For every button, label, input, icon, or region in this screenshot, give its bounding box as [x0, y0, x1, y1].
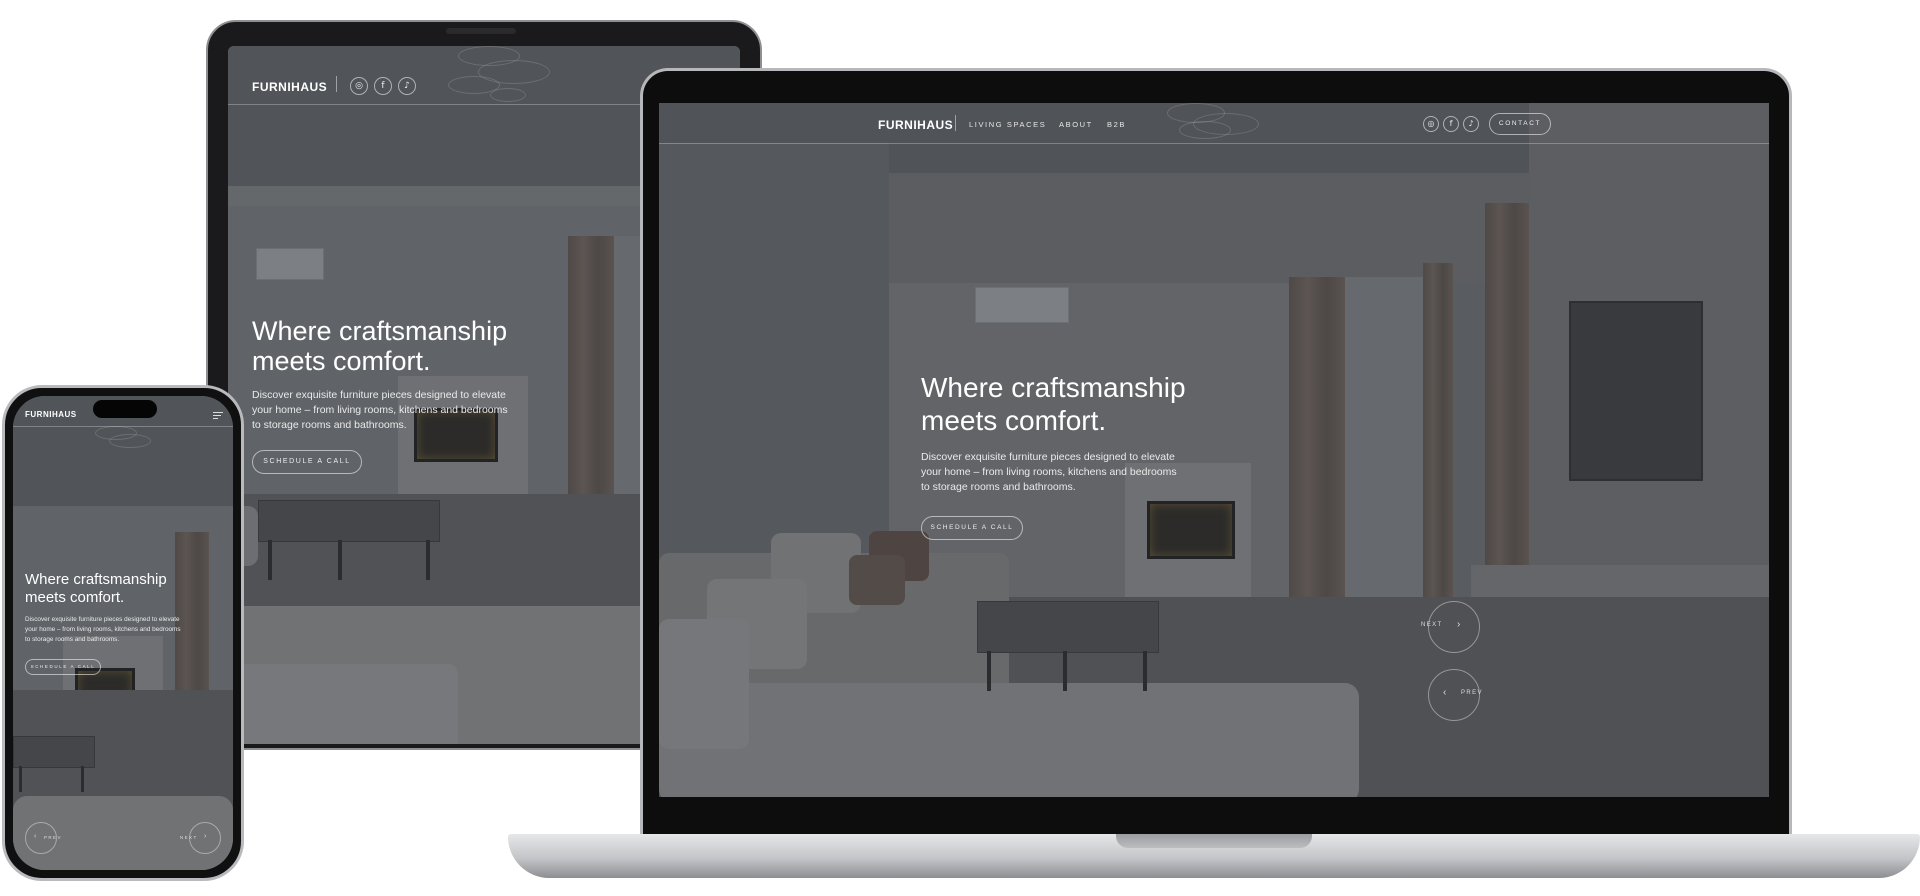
laptop-hero-desc-3: to storage rooms and bathrooms.	[921, 481, 1076, 493]
laptop-logo[interactable]: FURNIHAUS	[878, 118, 953, 132]
phone-screen: FURNIHAUS Where craftsmanship meets comf…	[13, 396, 233, 870]
phone-device: FURNIHAUS Where craftsmanship meets comf…	[2, 385, 244, 881]
tablet-hero-desc-1: Discover exquisite furniture pieces desi…	[252, 389, 506, 401]
laptop-instagram-icon[interactable]: ◎	[1423, 116, 1439, 132]
laptop-facebook-icon[interactable]: f	[1443, 116, 1459, 132]
tablet-facebook-icon[interactable]: f	[374, 77, 392, 95]
phone-hero-title-2: meets comfort.	[25, 589, 125, 606]
laptop-hero-desc-2: your home – from living rooms, kitchens …	[921, 466, 1177, 478]
laptop-notch	[1116, 834, 1312, 848]
phone-hero-desc-2: your home – from living rooms, kitchens …	[25, 626, 181, 633]
chevron-right-icon: ›	[1457, 619, 1462, 630]
tablet-schedule-call-button[interactable]: SCHEDULE A CALL	[252, 450, 362, 474]
tablet-logo[interactable]: FURNIHAUS	[252, 80, 327, 94]
tablet-hero-title-1: Where craftsmanship	[252, 316, 508, 346]
tablet-instagram-icon[interactable]: ◎	[350, 77, 368, 95]
phone-slider-next-label: NEXT	[180, 835, 198, 840]
slider-prev-button[interactable]: ‹ PREV	[1428, 669, 1483, 721]
phone-hero-desc-3: to storage rooms and bathrooms.	[25, 636, 120, 643]
slider-prev-label: PREV	[1461, 690, 1483, 696]
tablet-camera	[446, 28, 516, 34]
phone-chevron-right-icon: ›	[204, 833, 208, 840]
phone-chevron-left-icon: ‹	[34, 833, 38, 840]
laptop-tiktok-icon[interactable]: ♪	[1463, 116, 1479, 132]
tablet-hero-desc-2: your home – from living rooms, kitchens …	[252, 404, 508, 416]
nav-item-b2b[interactable]: B2B	[1107, 120, 1126, 129]
phone-dynamic-island	[93, 400, 157, 418]
laptop-screen: FURNIHAUS LIVING SPACES ABOUT B2B ◎ f ♪ …	[659, 103, 1769, 797]
tablet-tiktok-icon[interactable]: ♪	[398, 77, 416, 95]
phone-slider-next-button[interactable]: NEXT ›	[180, 822, 221, 854]
laptop-device: FURNIHAUS LIVING SPACES ABOUT B2B ◎ f ♪ …	[640, 68, 1792, 839]
slider-next-label: NEXT	[1421, 622, 1443, 628]
tablet-hero-desc-3: to storage rooms and bathrooms.	[252, 419, 407, 431]
laptop-hero-desc-1: Discover exquisite furniture pieces desi…	[921, 451, 1175, 463]
phone-slider-prev-label: PREV	[44, 835, 62, 840]
tablet-hero-title-2: meets comfort.	[252, 346, 431, 376]
chevron-left-icon: ‹	[1443, 687, 1448, 698]
phone-menu-icon[interactable]	[213, 412, 223, 423]
phone-hero-title-1: Where craftsmanship	[25, 571, 167, 588]
phone-slider-prev-button[interactable]: ‹ PREV	[25, 822, 60, 854]
slider-next-button[interactable]: NEXT ›	[1421, 601, 1480, 653]
contact-button[interactable]: CONTACT	[1489, 113, 1551, 135]
phone-hero-desc-1: Discover exquisite furniture pieces desi…	[25, 616, 180, 623]
laptop-schedule-call-button[interactable]: SCHEDULE A CALL	[921, 516, 1023, 540]
laptop-hero-title-1: Where craftsmanship	[921, 372, 1186, 403]
phone-schedule-call-button[interactable]: SCHEDULE A CALL	[25, 659, 101, 675]
nav-item-about[interactable]: ABOUT	[1059, 120, 1093, 129]
phone-logo[interactable]: FURNIHAUS	[25, 410, 77, 419]
nav-item-living-spaces[interactable]: LIVING SPACES	[969, 120, 1046, 129]
laptop-hero-title-2: meets comfort.	[921, 405, 1107, 436]
